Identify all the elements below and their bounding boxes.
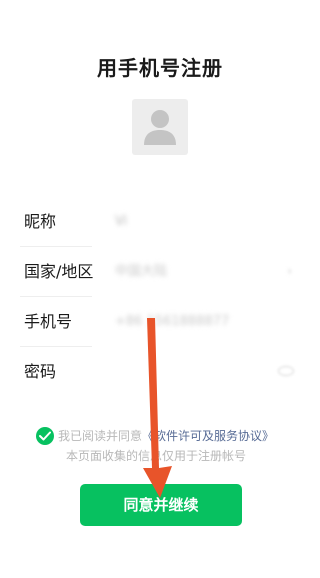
agreement-note: 本页面收集的信息仅用于注册帐号 [66, 449, 247, 463]
user-silhouette-icon [144, 110, 176, 145]
agreement-prefix: 我已阅读并同意 [58, 429, 143, 443]
page-title: 用手机号注册 [97, 56, 223, 80]
divider [20, 296, 92, 297]
password-label: 密码 [24, 362, 57, 381]
phone-input[interactable]: +86 1561888877 [115, 298, 229, 346]
nickname-label: 昵称 [24, 212, 57, 231]
nickname-row[interactable]: 昵称 Vi [20, 198, 300, 246]
agreement-block: 我已阅读并同意《软件许可及服务协议》 本页面收集的信息仅用于注册帐号 [36, 425, 296, 469]
nickname-input[interactable]: Vi [115, 198, 127, 246]
agree-checkbox[interactable] [36, 427, 54, 445]
checkmark-icon [39, 431, 51, 441]
region-label: 国家/地区 [24, 262, 94, 281]
region-value[interactable]: 中国大陆 [115, 248, 167, 296]
agreement-text: 我已阅读并同意《软件许可及服务协议》 [58, 427, 274, 444]
agree-continue-button[interactable]: 同意并继续 [80, 484, 242, 526]
phone-label: 手机号 [24, 312, 73, 331]
divider [20, 246, 92, 247]
eye-icon[interactable] [278, 366, 294, 376]
chevron-right-icon: › [287, 264, 292, 278]
password-row[interactable]: 密码 [20, 348, 300, 396]
avatar-upload[interactable] [132, 99, 188, 155]
region-row[interactable]: 国家/地区 中国大陆 › [20, 248, 300, 296]
license-link[interactable]: 《软件许可及服务协议》 [142, 429, 274, 443]
divider [20, 346, 92, 347]
phone-row[interactable]: 手机号 +86 1561888877 [20, 298, 300, 346]
